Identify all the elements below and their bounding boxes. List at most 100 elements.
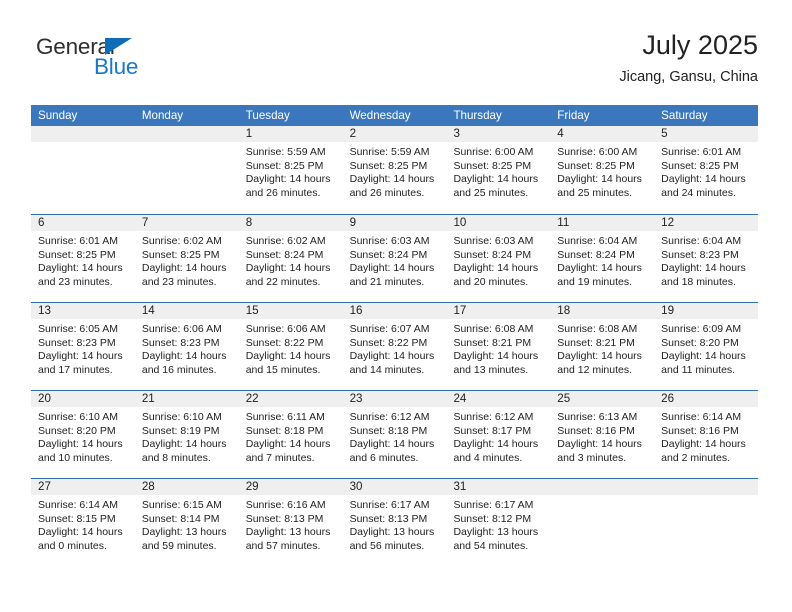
calendar-week-row: 1 Sunrise: 5:59 AM Sunset: 8:25 PM Daylight… (31, 126, 759, 214)
day-number (134, 126, 239, 142)
sunset-text: Sunset: 8:17 PM (453, 424, 532, 437)
daylight-text: Daylight: 14 hours and 23 minutes. (38, 262, 123, 288)
day-of-week-header: Sunday Monday Tuesday Wednesday Thursday… (31, 105, 758, 126)
day-number: 12 (654, 215, 759, 231)
day-sun-info: Sunrise: 6:13 AM Sunset: 8:16 PM Daylight:… (550, 407, 654, 465)
calendar-day-cell[interactable]: 1 Sunrise: 5:59 AM Sunset: 8:25 PM Daylight… (238, 126, 343, 214)
calendar-day-cell[interactable]: 20 Sunrise: 6:10 AM Sunset: 8:20 PM Dayligh… (31, 391, 135, 478)
title-block: July 2025 Jicang, Gansu, China (619, 28, 758, 87)
calendar-day-cell[interactable]: 7 Sunrise: 6:02 AM Sunset: 8:25 PM Daylight… (134, 215, 239, 302)
day-sun-info: Sunrise: 6:10 AM Sunset: 8:20 PM Daylight:… (31, 407, 135, 465)
day-number: 19 (654, 303, 759, 319)
day-sun-info: Sunrise: 6:15 AM Sunset: 8:14 PM Daylight:… (135, 495, 239, 553)
daylight-text: Daylight: 14 hours and 25 minutes. (557, 173, 642, 199)
day-number: 11 (550, 215, 655, 231)
calendar-day-cell[interactable]: 6 Sunrise: 6:01 AM Sunset: 8:25 PM Daylight… (31, 215, 135, 302)
daylight-text: Daylight: 13 hours and 57 minutes. (245, 526, 331, 552)
calendar-empty-cell (654, 479, 759, 566)
calendar-day-cell[interactable]: 15 Sunrise: 6:06 AM Sunset: 8:22 PM Dayligh… (238, 303, 343, 390)
day-number: 4 (550, 126, 655, 142)
day-sun-info: Sunrise: 6:06 AM Sunset: 8:23 PM Daylight:… (135, 319, 239, 377)
sunrise-text: Sunrise: 6:11 AM (245, 411, 325, 423)
sunset-text: Sunset: 8:25 PM (245, 159, 324, 172)
calendar-week-row: 6 Sunrise: 6:01 AM Sunset: 8:25 PM Daylight… (31, 214, 759, 302)
sunrise-text: Sunrise: 5:59 AM (245, 146, 326, 158)
day-sun-info: Sunrise: 6:09 AM Sunset: 8:20 PM Daylight:… (654, 319, 758, 377)
calendar-day-cell[interactable]: 16 Sunrise: 6:07 AM Sunset: 8:22 PM Dayligh… (342, 303, 447, 390)
calendar-day-cell[interactable]: 8 Sunrise: 6:02 AM Sunset: 8:24 PM Daylight… (238, 215, 343, 302)
calendar-day-cell[interactable]: 25 Sunrise: 6:13 AM Sunset: 8:16 PM Dayligh… (550, 391, 655, 478)
sunset-text: Sunset: 8:18 PM (349, 424, 428, 437)
daylight-text: Daylight: 14 hours and 18 minutes. (661, 262, 746, 288)
daylight-text: Daylight: 13 hours and 56 minutes. (349, 526, 435, 552)
calendar-day-cell[interactable]: 2 Sunrise: 5:59 AM Sunset: 8:25 PM Daylight… (342, 126, 447, 214)
calendar-day-cell[interactable]: 28 Sunrise: 6:15 AM Sunset: 8:14 PM Dayligh… (134, 479, 239, 566)
day-number: 20 (31, 391, 135, 407)
calendar-day-cell[interactable]: 30 Sunrise: 6:17 AM Sunset: 8:13 PM Dayligh… (342, 479, 447, 566)
day-sun-info: Sunrise: 6:04 AM Sunset: 8:24 PM Daylight:… (550, 231, 654, 289)
calendar-day-cell[interactable]: 18 Sunrise: 6:08 AM Sunset: 8:21 PM Dayligh… (550, 303, 655, 390)
sunset-text: Sunset: 8:22 PM (245, 336, 324, 349)
sunrise-text: Sunrise: 6:04 AM (661, 235, 742, 247)
calendar-day-cell[interactable]: 17 Sunrise: 6:08 AM Sunset: 8:21 PM Dayligh… (446, 303, 551, 390)
sunset-text: Sunset: 8:25 PM (141, 248, 220, 261)
daylight-text: Daylight: 14 hours and 0 minutes. (38, 526, 123, 552)
calendar-day-cell[interactable]: 27 Sunrise: 6:14 AM Sunset: 8:15 PM Dayligh… (31, 479, 135, 566)
daylight-text: Daylight: 14 hours and 26 minutes. (349, 173, 435, 199)
calendar-day-cell[interactable]: 5 Sunrise: 6:01 AM Sunset: 8:25 PM Daylight… (654, 126, 759, 214)
calendar-day-cell[interactable]: 26 Sunrise: 6:14 AM Sunset: 8:16 PM Dayligh… (654, 391, 759, 478)
sunrise-text: Sunrise: 6:00 AM (557, 146, 638, 158)
sunset-text: Sunset: 8:21 PM (453, 336, 532, 349)
daylight-text: Daylight: 14 hours and 4 minutes. (453, 438, 539, 464)
calendar-day-cell[interactable]: 19 Sunrise: 6:09 AM Sunset: 8:20 PM Dayligh… (654, 303, 759, 390)
calendar-day-cell[interactable]: 9 Sunrise: 6:03 AM Sunset: 8:24 PM Daylight… (342, 215, 447, 302)
calendar-day-cell[interactable]: 10 Sunrise: 6:03 AM Sunset: 8:24 PM Dayligh… (446, 215, 551, 302)
sunrise-text: Sunrise: 6:17 AM (349, 499, 430, 511)
sunrise-text: Sunrise: 6:10 AM (141, 411, 222, 423)
calendar-day-cell[interactable]: 4 Sunrise: 6:00 AM Sunset: 8:25 PM Daylight… (550, 126, 655, 214)
daylight-text: Daylight: 13 hours and 59 minutes. (141, 526, 227, 552)
day-number: 18 (550, 303, 655, 319)
sunrise-text: Sunrise: 6:14 AM (661, 411, 742, 423)
dow-sunday: Sunday (38, 109, 78, 122)
daylight-text: Daylight: 14 hours and 14 minutes. (349, 350, 435, 376)
day-sun-info: Sunrise: 6:11 AM Sunset: 8:18 PM Daylight:… (239, 407, 343, 465)
day-number: 14 (134, 303, 239, 319)
calendar-weeks: 1 Sunrise: 5:59 AM Sunset: 8:25 PM Daylight… (31, 126, 759, 566)
daylight-text: Daylight: 14 hours and 2 minutes. (661, 438, 746, 464)
day-sun-info: Sunrise: 5:59 AM Sunset: 8:25 PM Daylight:… (239, 142, 343, 200)
calendar-day-cell[interactable]: 29 Sunrise: 6:16 AM Sunset: 8:13 PM Dayligh… (238, 479, 343, 566)
sunset-text: Sunset: 8:23 PM (38, 336, 116, 349)
sunrise-text: Sunrise: 6:00 AM (453, 146, 534, 158)
sunset-text: Sunset: 8:24 PM (453, 248, 532, 261)
calendar-day-cell[interactable]: 31 Sunrise: 6:17 AM Sunset: 8:12 PM Dayligh… (446, 479, 551, 566)
calendar-week-row: 20 Sunrise: 6:10 AM Sunset: 8:20 PM Dayligh… (31, 390, 759, 478)
day-sun-info: Sunrise: 6:16 AM Sunset: 8:13 PM Daylight:… (239, 495, 343, 553)
sunrise-text: Sunrise: 6:07 AM (349, 323, 430, 335)
day-number (31, 126, 135, 142)
calendar-day-cell[interactable]: 12 Sunrise: 6:04 AM Sunset: 8:23 PM Dayligh… (654, 215, 759, 302)
sunset-text: Sunset: 8:16 PM (557, 424, 635, 437)
day-number: 23 (342, 391, 447, 407)
day-number: 30 (342, 479, 447, 495)
day-number: 21 (134, 391, 239, 407)
calendar-day-cell[interactable]: 13 Sunrise: 6:05 AM Sunset: 8:23 PM Dayligh… (31, 303, 135, 390)
daylight-text: Daylight: 14 hours and 7 minutes. (245, 438, 331, 464)
calendar-day-cell[interactable]: 3 Sunrise: 6:00 AM Sunset: 8:25 PM Daylight… (446, 126, 551, 214)
calendar-day-cell[interactable]: 22 Sunrise: 6:11 AM Sunset: 8:18 PM Dayligh… (238, 391, 343, 478)
sunset-text: Sunset: 8:19 PM (141, 424, 220, 437)
sunrise-text: Sunrise: 6:03 AM (349, 235, 430, 247)
calendar-day-cell[interactable]: 24 Sunrise: 6:12 AM Sunset: 8:17 PM Dayligh… (446, 391, 551, 478)
sunrise-text: Sunrise: 6:04 AM (557, 235, 638, 247)
calendar-day-cell[interactable]: 11 Sunrise: 6:04 AM Sunset: 8:24 PM Dayligh… (550, 215, 655, 302)
calendar-day-cell[interactable]: 14 Sunrise: 6:06 AM Sunset: 8:23 PM Dayligh… (134, 303, 239, 390)
day-sun-info: Sunrise: 6:08 AM Sunset: 8:21 PM Daylight:… (550, 319, 654, 377)
calendar-day-cell[interactable]: 23 Sunrise: 6:12 AM Sunset: 8:18 PM Dayligh… (342, 391, 447, 478)
calendar-day-cell[interactable]: 21 Sunrise: 6:10 AM Sunset: 8:19 PM Dayligh… (134, 391, 239, 478)
daylight-text: Daylight: 14 hours and 6 minutes. (349, 438, 435, 464)
day-number: 25 (550, 391, 655, 407)
sunrise-text: Sunrise: 6:12 AM (349, 411, 430, 423)
daylight-text: Daylight: 14 hours and 23 minutes. (141, 262, 227, 288)
sunset-text: Sunset: 8:24 PM (245, 248, 324, 261)
day-sun-info: Sunrise: 6:04 AM Sunset: 8:23 PM Daylight:… (654, 231, 758, 289)
